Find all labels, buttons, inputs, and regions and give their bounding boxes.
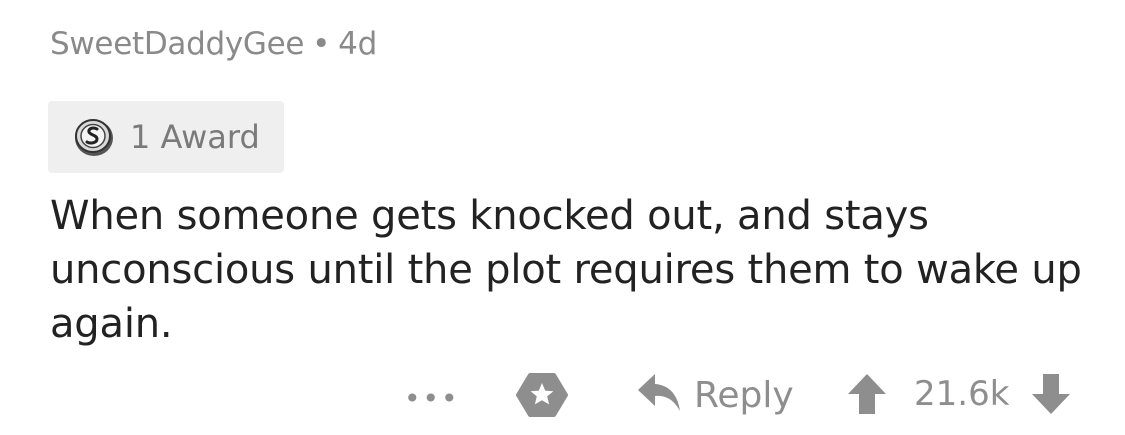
award-icon xyxy=(516,372,568,422)
comment-actions: ••• Reply 21.6k xyxy=(0,368,1125,424)
downvote-button[interactable] xyxy=(1030,374,1072,418)
upvote-arrow-icon xyxy=(846,372,888,420)
meta-separator: • xyxy=(312,26,331,62)
reply-arrow-icon xyxy=(636,372,682,418)
silver-award-icon xyxy=(72,115,116,159)
comment-age: 4d xyxy=(338,26,377,62)
give-award-button[interactable] xyxy=(516,372,568,422)
comment-meta: SweetDaddyGee • 4d xyxy=(50,26,377,62)
downvote-arrow-icon xyxy=(1030,372,1072,420)
reply-button[interactable]: Reply xyxy=(636,372,794,418)
award-count-label: 1 Award xyxy=(130,118,260,156)
more-options-icon: ••• xyxy=(404,382,460,415)
comment-body: When someone gets knocked out, and stays… xyxy=(50,193,1082,347)
comment: SweetDaddyGee • 4d 1 Award When someone ge… xyxy=(0,0,1125,435)
vote-score: 21.6k xyxy=(914,374,1010,414)
author-name[interactable]: SweetDaddyGee xyxy=(50,26,304,62)
reply-label: Reply xyxy=(694,374,794,416)
upvote-button[interactable] xyxy=(846,374,888,418)
award-badge[interactable]: 1 Award xyxy=(48,101,284,173)
more-options-button[interactable]: ••• xyxy=(404,382,460,415)
